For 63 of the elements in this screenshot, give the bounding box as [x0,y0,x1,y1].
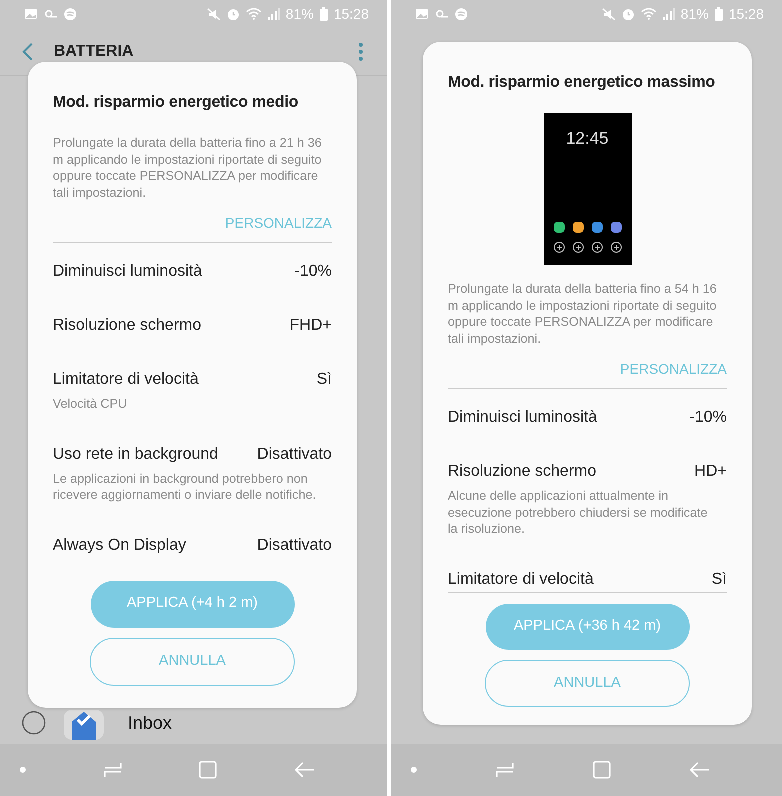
setting-label: Diminuisci luminosità [448,408,598,428]
home-icon[interactable] [593,761,611,779]
music-app-icon [455,8,468,20]
battery-icon [714,7,723,21]
app-shortcut-icon [554,222,564,234]
app-name: Inbox [128,712,172,734]
signal-icon [268,8,280,20]
apply-button[interactable]: APPLICA (+4 h 2 m) [90,580,294,628]
setting-label: Risoluzione schermo [448,462,597,482]
battery-icon [320,7,328,21]
add-icon [610,242,622,254]
more-options-icon[interactable] [359,42,363,60]
recent-apps-icon[interactable] [104,761,122,779]
setting-label: Uso rete in background [53,444,218,464]
setting-detail: Le applicazioni in background potrebbero non ricevere aggiornamenti o inviare delle notifiche. [53,470,318,504]
dialog-title: Mod. risparmio energetico medio [53,93,300,113]
wifi-icon [246,8,262,20]
dialog-description: Prolungate la durata della batteria fino a 54 h 16 m applicando le impostazioni riportate di seguito oppure toccate PERSONALIZZA per modificare tali impostazioni. [448,281,718,348]
alarm-icon [622,8,635,20]
dot-icon[interactable] [20,767,26,773]
recent-apps-icon[interactable] [496,761,514,779]
app-shortcut-icon [592,222,602,234]
image-icon [24,8,38,20]
add-icon [592,242,602,254]
cancel-button[interactable]: ANNULLA [90,638,295,686]
setting-detail: Velocità CPU [53,396,128,412]
setting-label: Limitatore di velocità [53,370,199,390]
customize-link[interactable]: PERSONALIZZA [225,213,332,242]
setting-value: Disattivato [257,536,332,556]
add-icon [572,242,584,254]
setting-value: -10% [294,262,332,282]
setting-value: HD+ [694,462,727,482]
cancel-button[interactable]: ANNULLA [485,660,690,708]
setting-value: Sì [712,570,727,590]
music-app-icon [64,8,77,20]
setting-label: Risoluzione schermo [53,316,202,336]
radio-button[interactable] [22,711,46,735]
page-title: BATTERIA [54,42,135,62]
setting-value: -10% [690,408,727,428]
image-icon [415,8,429,20]
wifi-icon [640,8,657,20]
setting-label: Always On Display [53,536,186,556]
home-icon[interactable] [199,761,218,779]
setting-value: Sì [316,370,332,390]
dialog-description: Prolungate la durata della batteria fino a 21 h 36 m applicando le impostazioni riportate di seguito oppure toccate PERSONALIZZA per modificare tali impostazioni. [53,135,323,201]
setting-value: FHD+ [290,316,332,336]
customize-link[interactable]: PERSONALIZZA [620,359,727,388]
back-icon[interactable] [22,42,34,62]
mute-icon [206,8,221,20]
apply-button[interactable]: APPLICA (+36 h 42 m) [486,604,690,650]
setting-value: Disattivato [257,444,332,464]
app-shortcut-icon [572,222,584,234]
dialog-title: Mod. risparmio energetico massimo [448,73,716,93]
add-icon [554,242,564,254]
signal-icon [662,8,675,20]
alarm-icon [226,8,240,20]
dot-icon[interactable] [411,767,417,773]
setting-label: Diminuisci luminosità [53,262,202,282]
app-shortcut-icon [610,222,622,234]
setting-label: Limitatore di velocità [448,570,594,590]
setting-detail: Alcune delle applicazioni attualmente in esecuzione potrebbero chiudersi se modificate la risoluzione. [448,488,709,538]
preview-clock: 12:45 [566,128,609,150]
mute-icon [602,8,616,20]
